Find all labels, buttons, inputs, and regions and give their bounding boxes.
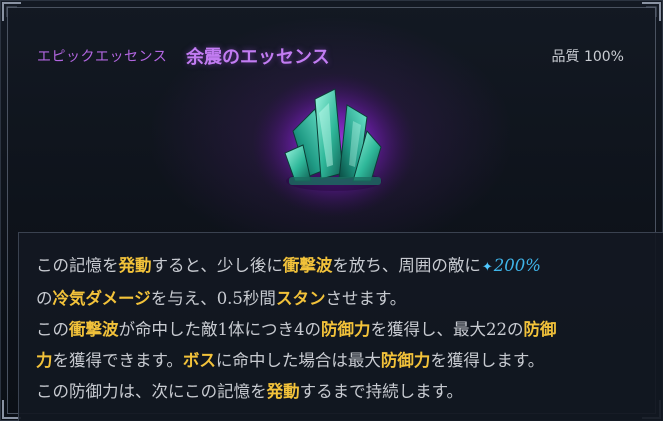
frame-corner-ornament <box>1 1 23 23</box>
keyword: スタン <box>275 289 326 308</box>
description-line: この防御力は、次にこの記憶を発動するまで持続します。 <box>36 382 464 401</box>
green-crystal-cluster-icon <box>249 69 419 219</box>
keyword: 発動 <box>118 256 152 275</box>
keyword: 衝撃波 <box>282 256 333 275</box>
item-rarity: エピックエッセンス <box>37 49 168 65</box>
keyword: ボス <box>182 351 216 370</box>
description-line: の冷気ダメージを与え、0.5秒間スタンさせます。 <box>36 289 407 308</box>
frame-corner-ornament <box>640 1 662 23</box>
item-name: 余震のエッセンス <box>186 47 330 68</box>
description-line: この衝撃波が命中した敵1体につき4の防御力を獲得し、最大22の防御 <box>36 320 557 339</box>
description-line: 力を獲得できます。ボスに命中した場合は最大防御力を獲得します。 <box>36 351 545 370</box>
keyword: 冷気ダメージ <box>52 289 151 308</box>
keyword: 力 <box>36 351 53 370</box>
cold-damage-icon: ✦ <box>481 260 493 275</box>
description-line: この記憶を発動すると、少し後に衝撃波を放ち、周囲の敵に✦200% <box>36 256 541 275</box>
damage-percent: 200% <box>493 256 541 275</box>
keyword: 防御力 <box>321 320 371 339</box>
tooltip-header: エピックエッセンス 余震のエッセンス 品質 100% <box>31 43 624 68</box>
keyword: 衝撃波 <box>69 320 119 339</box>
item-description: この記憶を発動すると、少し後に衝撃波を放ち、周囲の敵に✦200% の冷気ダメージ… <box>36 250 646 407</box>
keyword: 防御 <box>523 320 557 339</box>
item-quality: 品質 100% <box>551 49 624 65</box>
keyword: 発動 <box>266 382 300 401</box>
keyword: 防御力 <box>380 351 431 370</box>
